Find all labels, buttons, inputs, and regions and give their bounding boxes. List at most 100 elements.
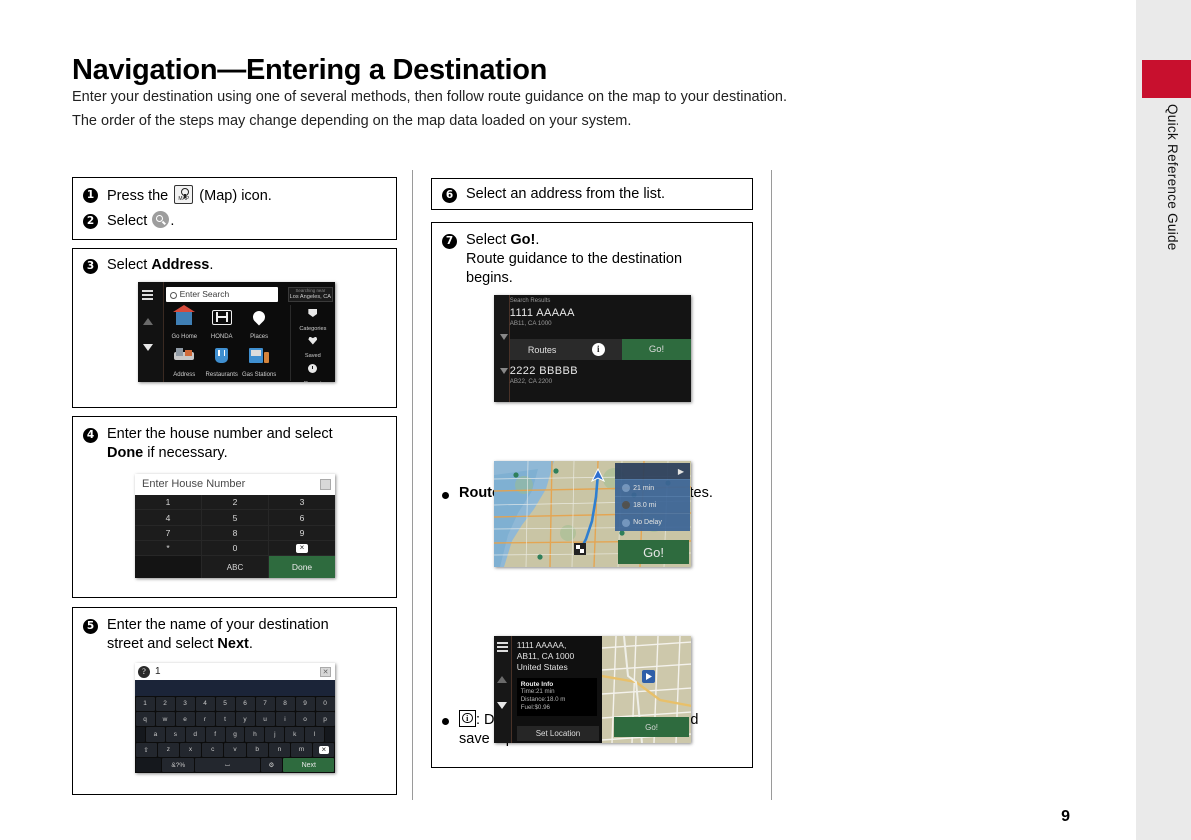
key-star[interactable]: *	[135, 541, 202, 556]
tile-places[interactable]: Places	[240, 305, 277, 343]
key-letter[interactable]: l	[305, 727, 325, 742]
space-key[interactable]: ⌴	[195, 758, 260, 773]
shortcut-saved[interactable]: Saved	[291, 336, 335, 361]
key-letter[interactable]: u	[255, 711, 275, 727]
key-letter[interactable]: o	[295, 711, 315, 727]
backspace-icon[interactable]	[313, 742, 335, 758]
route-expand-row[interactable]: ▶	[615, 463, 690, 480]
go-button[interactable]: Go!	[618, 540, 689, 564]
scroll-indicator-icon[interactable]	[499, 333, 508, 340]
route-info-time: Time:21 min	[520, 687, 555, 695]
address-line-3: United States	[516, 661, 568, 672]
tile-address[interactable]: Address	[166, 343, 203, 381]
key-3[interactable]: 3	[269, 495, 335, 510]
key-num[interactable]: 8	[275, 696, 295, 711]
scroll-up-icon[interactable]	[143, 318, 153, 325]
scroll-down-icon[interactable]	[497, 702, 507, 709]
clear-x-icon[interactable]: clear-x-icon	[320, 479, 331, 490]
key-2[interactable]: 2	[202, 495, 269, 510]
shift-key[interactable]: ⇧	[135, 742, 157, 758]
key-9[interactable]: 9	[269, 525, 335, 541]
step-1-text: Press the MAP (Map) icon.	[107, 185, 272, 206]
key-letter[interactable]: n	[268, 742, 291, 758]
info-button[interactable]: i	[574, 339, 622, 360]
scroll-down-icon[interactable]	[143, 344, 153, 351]
tile-go-home[interactable]: Go Home	[166, 305, 203, 343]
shortcut-recent[interactable]: Recent	[291, 364, 335, 382]
key-letter[interactable]: x	[179, 742, 202, 758]
key-letter[interactable]: c	[202, 742, 224, 758]
key-letter[interactable]: r	[195, 711, 215, 727]
step-box-1-2: 1 Press the MAP (Map) icon. 2 Select .	[72, 177, 397, 240]
key-letter[interactable]: d	[185, 727, 205, 742]
key-letter[interactable]: k	[285, 727, 305, 742]
key-letter[interactable]: s	[165, 727, 185, 742]
scroll-up-icon[interactable]	[497, 676, 507, 683]
key-7[interactable]: 7	[135, 525, 202, 541]
key-letter[interactable]: a	[145, 727, 165, 742]
hamburger-menu-icon[interactable]	[497, 642, 508, 655]
key-8[interactable]: 8	[202, 525, 269, 541]
key-num[interactable]: 2	[155, 696, 175, 711]
key-num[interactable]: 7	[255, 696, 275, 711]
step-3-bold: Address	[151, 257, 210, 273]
step-3-post: .	[209, 257, 214, 273]
key-num[interactable]: 4	[195, 696, 215, 711]
symbols-key[interactable]: &?%	[162, 758, 195, 773]
result-item-2[interactable]: 2222 BBBBB AB22, CA 2200	[510, 365, 691, 385]
key-num[interactable]: 1	[135, 696, 155, 711]
set-location-button[interactable]: Set Location	[517, 726, 599, 741]
house-number-input[interactable]: Enter House Number	[135, 474, 335, 495]
destination-address: 1111 AAAAA, AB11, CA 1000 United States	[512, 636, 603, 673]
tile-gas-stations[interactable]: Gas Stations	[240, 343, 277, 381]
backspace-icon[interactable]	[269, 541, 335, 556]
next-button[interactable]: Next	[283, 758, 335, 773]
step-3-row: 3 Select Address.	[73, 249, 396, 275]
keyboard-row-bottom: &?% ⌴ ⚙ Next	[135, 758, 335, 773]
shortcut-categories[interactable]: Categories	[291, 309, 335, 333]
result-item-1[interactable]: 1111 AAAAA AB11, CA 1000	[510, 307, 691, 327]
go-button[interactable]: Go!	[621, 339, 691, 360]
key-num[interactable]: 3	[175, 696, 195, 711]
key-6[interactable]: 6	[269, 510, 335, 525]
abc-button[interactable]: ABC	[202, 556, 269, 578]
searching-near-chip[interactable]: Searching near Los Angeles, CA	[287, 287, 333, 302]
key-1[interactable]: 1	[135, 495, 202, 510]
key-letter[interactable]: q	[135, 711, 155, 727]
key-4[interactable]: 4	[135, 510, 202, 525]
key-num[interactable]: 0	[315, 696, 335, 711]
key-letter[interactable]: i	[275, 711, 295, 727]
key-letter[interactable]: b	[246, 742, 268, 758]
street-name-input-bar[interactable]: ? 1 ✕	[135, 663, 335, 680]
key-letter[interactable]: h	[245, 727, 265, 742]
key-letter[interactable]: m	[291, 742, 313, 758]
go-button[interactable]: Go!	[614, 717, 689, 737]
key-letter[interactable]: p	[315, 711, 335, 727]
question-mark-icon[interactable]: ?	[138, 665, 150, 678]
key-letter[interactable]: j	[265, 727, 285, 742]
key-letter[interactable]: v	[224, 742, 246, 758]
hamburger-menu-icon[interactable]	[142, 290, 153, 303]
key-letter[interactable]: t	[215, 711, 235, 727]
key-num[interactable]: 6	[235, 696, 255, 711]
scroll-indicator-icon[interactable]	[499, 367, 508, 374]
tile-restaurants[interactable]: Restaurants	[203, 343, 240, 381]
key-letter[interactable]: e	[175, 711, 195, 727]
key-letter[interactable]: y	[235, 711, 255, 727]
key-num[interactable]: 5	[215, 696, 235, 711]
key-5[interactable]: 5	[202, 510, 269, 525]
tile-honda[interactable]: HONDA	[203, 305, 240, 343]
tile-label: Places	[250, 334, 269, 340]
clear-x-icon[interactable]: ✕	[320, 666, 331, 677]
key-letter[interactable]: g	[225, 727, 245, 742]
key-0[interactable]: 0	[202, 541, 269, 556]
done-button[interactable]: Done	[269, 556, 335, 578]
key-letter[interactable]: w	[155, 711, 175, 727]
settings-gear-icon[interactable]: ⚙	[260, 758, 283, 773]
search-results-screenshot: Search Results 1111 AAAAA AB11, CA 1000 …	[494, 295, 691, 402]
routes-button[interactable]: Routes	[509, 339, 575, 360]
search-input[interactable]: Enter Search	[165, 287, 278, 302]
key-letter[interactable]: z	[157, 742, 179, 758]
key-num[interactable]: 9	[295, 696, 315, 711]
key-letter[interactable]: f	[205, 727, 225, 742]
